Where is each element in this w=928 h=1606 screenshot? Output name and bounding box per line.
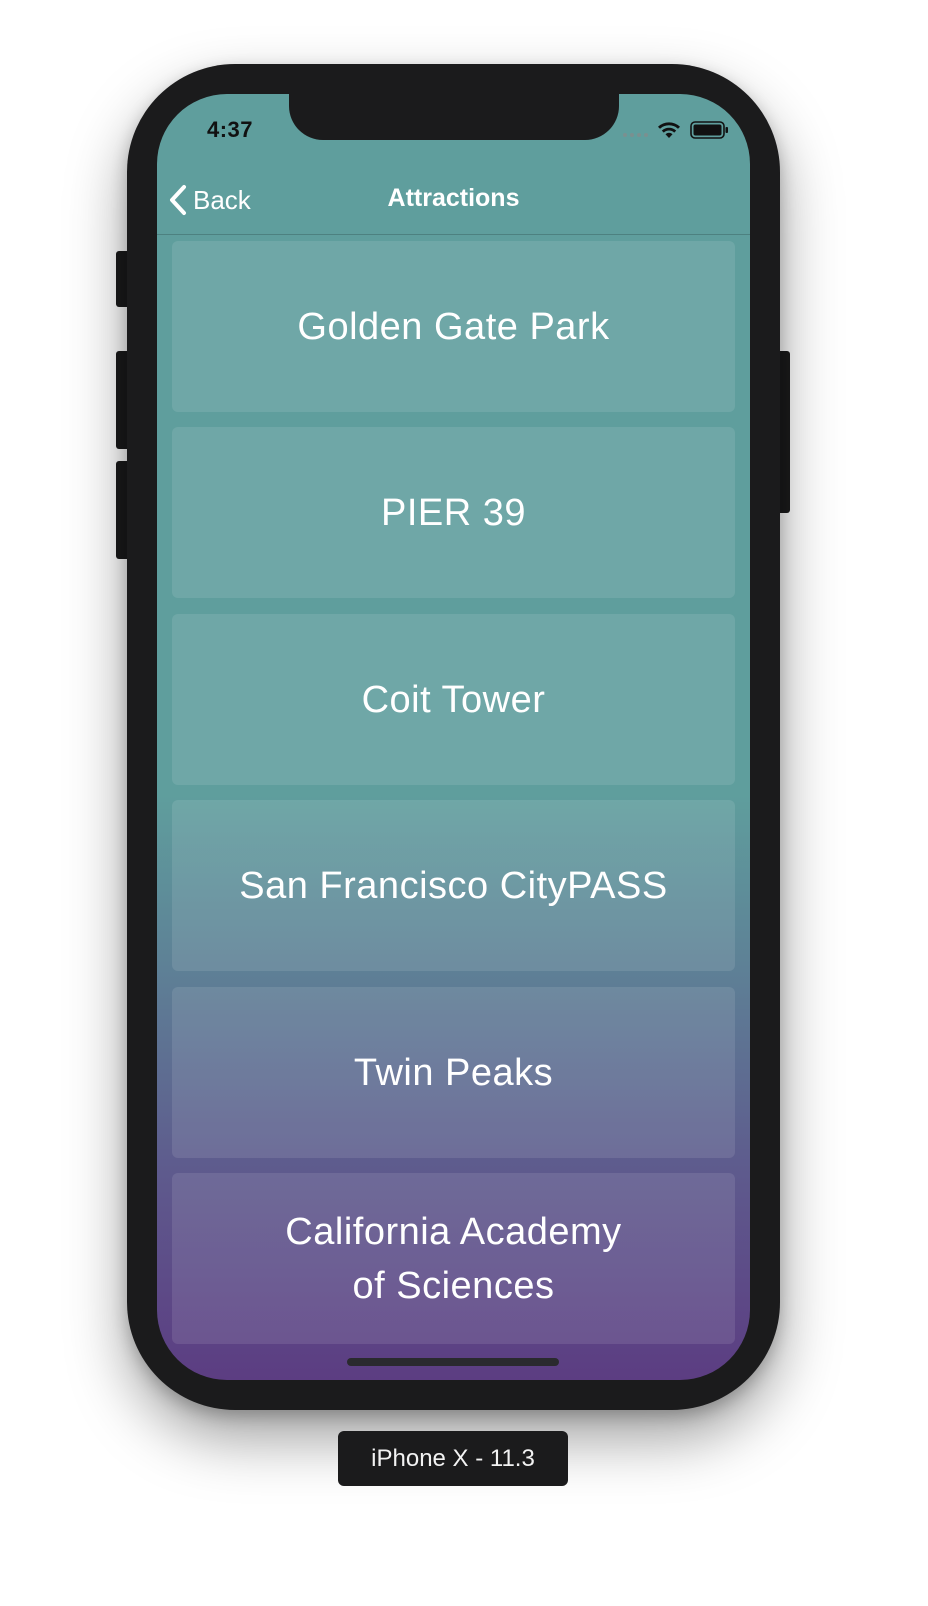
attraction-label: California Academy of Sciences <box>285 1210 622 1307</box>
status-icons <box>623 120 730 140</box>
attraction-label: PIER 39 <box>380 491 527 534</box>
attraction-card-pier-39[interactable]: PIER 39 <box>172 427 735 598</box>
page-title: Attractions <box>387 184 520 212</box>
navigation-bar: Back Attractions <box>157 172 750 235</box>
attraction-card-citypass[interactable]: San Francisco CityPASS <box>172 800 735 971</box>
attraction-label: Coit Tower <box>361 678 546 721</box>
notch <box>289 94 619 140</box>
attraction-label: Golden Gate Park <box>297 305 610 348</box>
attraction-label: Twin Peaks <box>353 1051 554 1094</box>
screen: 4:37 Back Attractions Golden Gate Park P… <box>157 94 750 1380</box>
device-label: iPhone X - 11.3 <box>338 1431 568 1486</box>
status-time: 4:37 <box>207 117 254 142</box>
home-indicator[interactable] <box>347 1358 559 1366</box>
battery-icon <box>690 121 728 139</box>
attraction-label: San Francisco CityPASS <box>239 864 668 907</box>
signal-icon <box>623 123 648 137</box>
wifi-icon <box>658 122 680 138</box>
attraction-card-coit-tower[interactable]: Coit Tower <box>172 614 735 785</box>
attraction-card-twin-peaks[interactable]: Twin Peaks <box>172 987 735 1158</box>
attraction-card-california-academy[interactable]: California Academy of Sciences <box>172 1173 735 1344</box>
attraction-card-golden-gate-park[interactable]: Golden Gate Park <box>172 241 735 412</box>
